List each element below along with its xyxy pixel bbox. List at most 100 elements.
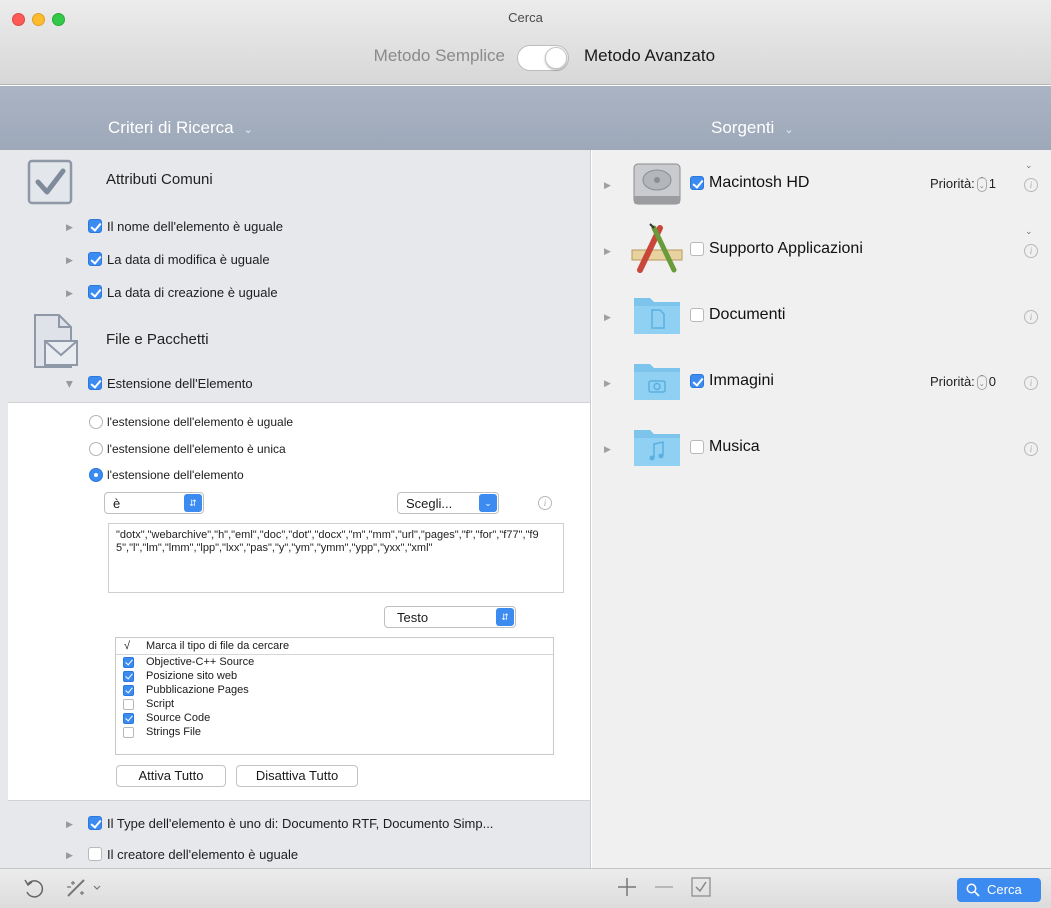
- disclosure-triangle-icon[interactable]: ▶: [604, 180, 611, 191]
- type-checkbox[interactable]: [123, 699, 134, 710]
- info-icon[interactable]: i: [1024, 178, 1038, 192]
- source-checkbox[interactable]: [690, 176, 704, 190]
- common-attributes-title: Attributi Comuni: [106, 171, 213, 188]
- radio-extension-unique-label: l'estensione dell'elemento è unica: [107, 442, 286, 456]
- chevron-down-icon[interactable]: ⌄: [1025, 226, 1033, 237]
- list-item[interactable]: Script: [116, 697, 553, 711]
- disclosure-triangle-icon[interactable]: ▶: [66, 222, 73, 233]
- switch-knob[interactable]: [545, 47, 567, 69]
- criterion-created-checkbox[interactable]: [88, 285, 102, 299]
- list-item[interactable]: Strings File: [116, 725, 553, 739]
- disclosure-triangle-icon[interactable]: ▶: [66, 850, 73, 861]
- chevron-down-icon[interactable]: ⌄: [784, 124, 793, 136]
- type-checkbox[interactable]: [123, 671, 134, 682]
- activate-all-button[interactable]: Attiva Tutto: [116, 765, 226, 787]
- source-label: Macintosh HD: [709, 174, 810, 191]
- criteria-header[interactable]: Criteri di Ricerca ⌄: [108, 118, 253, 138]
- mode-toggle-switch[interactable]: [517, 45, 569, 71]
- advanced-mode-label[interactable]: Metodo Avanzato: [584, 46, 715, 66]
- radio-extension-unique[interactable]: [89, 442, 103, 456]
- documents-folder-icon: [630, 292, 684, 342]
- list-item[interactable]: Source Code: [116, 711, 553, 725]
- operator-popup[interactable]: è ⇵: [104, 492, 204, 514]
- source-row-music[interactable]: ▶ Musica i: [592, 414, 1051, 480]
- source-checkbox[interactable]: [690, 308, 704, 322]
- disclosure-triangle-icon[interactable]: ▶: [64, 381, 75, 388]
- priority-control[interactable]: Priorità: ⌃ ⌄ 0: [930, 374, 997, 391]
- search-icon: [966, 883, 980, 897]
- info-icon[interactable]: i: [538, 496, 552, 510]
- radio-extension-equal[interactable]: [89, 415, 103, 429]
- criterion-type-label: Il Type dell'elemento è uno di: Document…: [107, 816, 494, 831]
- list-item[interactable]: Objective-C++ Source: [116, 655, 553, 669]
- deactivate-all-button[interactable]: Disattiva Tutto: [236, 765, 358, 787]
- list-item[interactable]: Pubblicazione Pages: [116, 683, 553, 697]
- sources-header[interactable]: Sorgenti ⌄: [711, 118, 794, 138]
- source-checkbox[interactable]: [690, 440, 704, 454]
- simple-mode-label[interactable]: Metodo Semplice: [374, 46, 505, 66]
- criterion-creator-checkbox[interactable]: [88, 847, 102, 861]
- priority-value: 0: [988, 374, 997, 389]
- priority-stepper[interactable]: ⌃ ⌄: [976, 375, 987, 391]
- select-all-checkbox-icon[interactable]: [690, 876, 712, 903]
- criterion-name-checkbox[interactable]: [88, 219, 102, 233]
- source-checkbox[interactable]: [690, 374, 704, 388]
- priority-control[interactable]: Priorità: ⌃ ⌄ 1: [930, 176, 996, 193]
- checkbox-section-icon: [26, 158, 74, 211]
- type-checkbox[interactable]: [123, 713, 134, 724]
- list-header-mark: √: [124, 640, 131, 652]
- source-label: Immagini: [709, 372, 774, 389]
- radio-extension-custom[interactable]: [89, 468, 103, 482]
- source-row-application-support[interactable]: ▶ Supporto Applicazioni ⌄ i: [592, 216, 1051, 282]
- sources-header-label: Sorgenti: [711, 118, 775, 137]
- disclosure-triangle-icon[interactable]: ▶: [604, 312, 611, 323]
- type-checkbox[interactable]: [123, 685, 134, 696]
- disclosure-triangle-icon[interactable]: ▶: [604, 444, 611, 455]
- popup-arrows-icon: ⇵: [496, 608, 514, 626]
- info-icon[interactable]: i: [1024, 310, 1038, 324]
- chevron-down-icon[interactable]: ⌄: [1025, 160, 1033, 171]
- info-icon[interactable]: i: [1024, 376, 1038, 390]
- disclosure-triangle-icon[interactable]: ▶: [66, 288, 73, 299]
- extensions-textarea[interactable]: "dotx","webarchive","h","eml","doc","dot…: [108, 523, 564, 593]
- category-popup[interactable]: Testo ⇵: [384, 606, 516, 628]
- priority-label: Priorità:: [930, 374, 975, 389]
- file-types-list[interactable]: √ Marca il tipo di file da cercare Objec…: [115, 637, 554, 755]
- criterion-type-checkbox[interactable]: [88, 816, 102, 830]
- disclosure-triangle-icon[interactable]: ▶: [604, 246, 611, 257]
- source-row-pictures[interactable]: ▶ Immagini Priorità: ⌃ ⌄ 0 i: [592, 348, 1051, 414]
- disclosure-triangle-icon[interactable]: ▶: [66, 819, 73, 830]
- reset-icon[interactable]: [22, 876, 46, 905]
- type-checkbox[interactable]: [123, 657, 134, 668]
- disclosure-triangle-icon[interactable]: ▶: [66, 255, 73, 266]
- info-icon[interactable]: i: [1024, 244, 1038, 258]
- criteria-panel: Attributi Comuni ▶ Il nome dell'elemento…: [0, 150, 591, 868]
- type-checkbox[interactable]: [123, 727, 134, 738]
- chevron-down-icon[interactable]: ⌄: [244, 124, 253, 136]
- chevron-down-icon: ⌄: [479, 494, 497, 512]
- priority-stepper[interactable]: ⌃ ⌄: [976, 177, 987, 193]
- remove-icon[interactable]: [653, 876, 675, 903]
- magic-wand-icon[interactable]: [64, 877, 104, 904]
- priority-label: Priorità:: [930, 176, 975, 191]
- source-row-macintosh-hd[interactable]: ▶ Macintosh HD Priorità: ⌃ ⌄ 1 ⌄ i: [592, 150, 1051, 216]
- add-icon[interactable]: [616, 876, 638, 903]
- criteria-header-label: Criteri di Ricerca: [108, 118, 234, 137]
- info-icon[interactable]: i: [1024, 442, 1038, 456]
- extension-criterion-checkbox[interactable]: [88, 376, 102, 390]
- criterion-modified-checkbox[interactable]: [88, 252, 102, 266]
- pictures-folder-icon: [630, 358, 684, 408]
- choose-popup[interactable]: Scegli... ⌄: [397, 492, 499, 514]
- source-checkbox[interactable]: [690, 242, 704, 256]
- music-folder-icon: [630, 424, 684, 474]
- criterion-modified-label: La data di modifica è uguale: [107, 252, 270, 267]
- criterion-name-label: Il nome dell'elemento è uguale: [107, 219, 283, 234]
- type-label: Objective-C++ Source: [146, 656, 255, 668]
- source-row-documents[interactable]: ▶ Documenti i: [592, 282, 1051, 348]
- search-button[interactable]: Cerca: [957, 878, 1041, 902]
- sources-panel: ▶ Macintosh HD Priorità: ⌃ ⌄ 1 ⌄ i ▶ Sup…: [592, 150, 1051, 868]
- criterion-created-label: La data di creazione è uguale: [107, 285, 278, 300]
- disclosure-triangle-icon[interactable]: ▶: [604, 378, 611, 389]
- file-package-icon: [33, 313, 79, 374]
- list-item[interactable]: Posizione sito web: [116, 669, 553, 683]
